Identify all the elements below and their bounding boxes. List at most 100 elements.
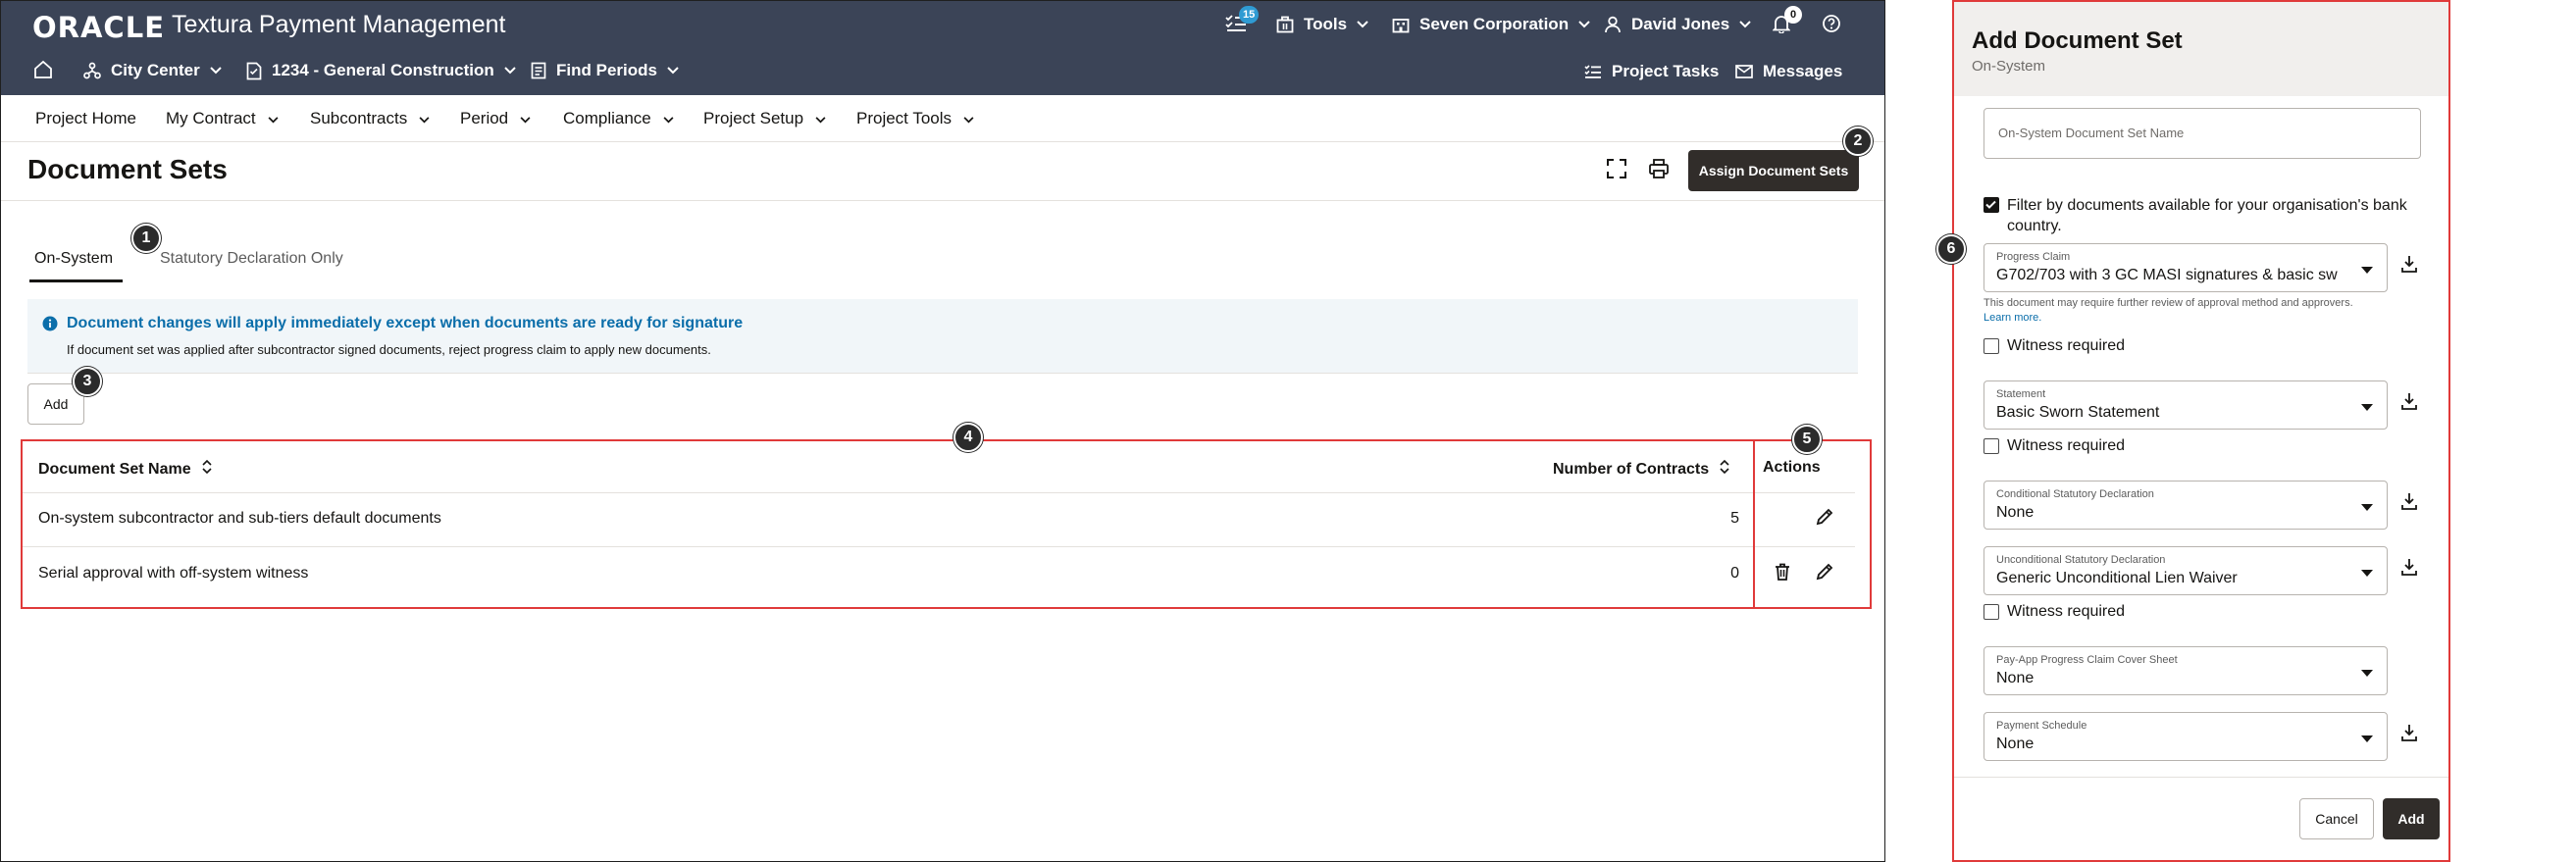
edit-button[interactable] — [1812, 506, 1837, 532]
chevron-down-icon — [663, 109, 674, 128]
tools-menu[interactable]: Tools — [1276, 15, 1368, 34]
download-button[interactable] — [2397, 254, 2421, 278]
select-label: Statement — [1996, 388, 2046, 400]
conditional-statutory-declaration-select[interactable]: Conditional Statutory Declaration None — [1984, 481, 2388, 530]
menu-project-setup[interactable]: Project Setup — [703, 109, 826, 128]
project-selector[interactable]: 1234 - General Construction — [246, 61, 516, 80]
task-list-icon — [1584, 64, 1602, 79]
witness-required-label: Witness required — [2007, 437, 2126, 454]
approval-note: This document may require further review… — [1984, 296, 2376, 326]
global-header: ORACLE Textura Payment Management 15 Too… — [1, 1, 1884, 95]
select-value: G702/703 with 3 GC MASI signatures & bas… — [1996, 267, 2338, 283]
divider — [1954, 777, 2448, 778]
download-button[interactable] — [2397, 723, 2421, 746]
statement-select[interactable]: Statement Basic Sworn Statement — [1984, 380, 2388, 430]
document-set-name-input[interactable]: On-System Document Set Name — [1984, 108, 2421, 159]
chevron-down-icon — [504, 67, 516, 75]
project-tasks-link[interactable]: Project Tasks — [1584, 62, 1719, 81]
help-button[interactable] — [1822, 14, 1841, 33]
tab-statutory-declaration-only[interactable]: Statutory Declaration Only — [160, 250, 343, 268]
progress-claim-select[interactable]: Progress Claim G702/703 with 3 GC MASI s… — [1984, 243, 2388, 292]
briefcase-icon — [1276, 16, 1294, 33]
caret-down-icon — [2361, 499, 2373, 517]
page-title: Document Sets — [27, 154, 228, 184]
caret-down-icon — [2361, 399, 2373, 417]
messages-link[interactable]: Messages — [1735, 62, 1842, 81]
download-button[interactable] — [2397, 491, 2421, 515]
column-header-label: Document Set Name — [38, 460, 191, 478]
select-label: Conditional Statutory Declaration — [1996, 488, 2154, 500]
download-button[interactable] — [2397, 391, 2421, 415]
network-icon — [83, 62, 101, 79]
cover-sheet-select[interactable]: Pay-App Progress Claim Cover Sheet None — [1984, 646, 2388, 695]
tools-label: Tools — [1304, 15, 1348, 33]
document-set-name: Serial approval with off-system witness — [38, 565, 309, 582]
user-icon — [1604, 16, 1622, 33]
column-header-document-set-name[interactable]: Document Set Name — [38, 459, 213, 480]
pencil-icon — [1815, 507, 1834, 532]
chevron-down-icon — [268, 109, 279, 128]
learn-more-link[interactable]: Learn more. — [1984, 312, 2041, 324]
drawer-add-button[interactable]: Add — [2383, 798, 2440, 839]
user-menu[interactable]: David Jones — [1604, 15, 1751, 34]
menu-subcontracts[interactable]: Subcontracts — [310, 109, 430, 128]
select-label: Payment Schedule — [1996, 720, 2087, 732]
witness-required-checkbox[interactable] — [1984, 604, 1999, 620]
callout-badge: 1 — [131, 224, 161, 253]
info-icon — [42, 316, 58, 336]
delete-button[interactable] — [1770, 561, 1795, 586]
assign-document-sets-button[interactable]: Assign Document Sets — [1688, 150, 1859, 191]
edit-button[interactable] — [1812, 561, 1837, 586]
chevron-down-icon — [1578, 21, 1590, 28]
select-value: None — [1996, 504, 2035, 521]
callout-badge: 2 — [1843, 127, 1873, 156]
info-title: Document changes will apply immediately … — [67, 315, 744, 331]
unconditional-statutory-declaration-select[interactable]: Unconditional Statutory Declaration Gene… — [1984, 546, 2388, 595]
menu-compliance[interactable]: Compliance — [563, 109, 674, 128]
column-header-number-of-contracts[interactable]: Number of Contracts — [1553, 459, 1730, 480]
menu-label: Period — [460, 109, 509, 127]
chevron-down-icon — [963, 109, 974, 128]
tab-on-system[interactable]: On-System — [34, 250, 113, 268]
company-menu[interactable]: Seven Corporation — [1392, 15, 1590, 34]
notifications-button[interactable]: 0 — [1773, 6, 1802, 33]
caret-down-icon — [2361, 731, 2373, 748]
menu-my-contract[interactable]: My Contract — [166, 109, 279, 128]
tasks-count-badge: 15 — [1239, 6, 1260, 24]
find-periods-label: Find Periods — [556, 61, 657, 79]
fullscreen-button[interactable] — [1602, 156, 1631, 185]
find-periods-selector[interactable]: Find Periods — [531, 61, 679, 80]
home-button[interactable] — [33, 60, 53, 79]
menu-period[interactable]: Period — [460, 109, 531, 128]
menu-label: Subcontracts — [310, 109, 408, 127]
menu-label: Project Home — [35, 109, 136, 127]
oracle-logo: ORACLE — [32, 11, 165, 44]
download-button[interactable] — [2397, 557, 2421, 581]
filter-checkbox[interactable] — [1984, 197, 1999, 213]
sort-icon — [201, 459, 213, 480]
cancel-button[interactable]: Cancel — [2299, 798, 2374, 839]
document-sets-table: Document Set Name Number of Contracts Ac… — [21, 439, 1872, 609]
drawer-header: Add Document Set On-System — [1954, 2, 2448, 96]
contracts-count: 0 — [1730, 565, 1739, 582]
location-selector[interactable]: City Center — [83, 61, 222, 80]
payment-schedule-select[interactable]: Payment Schedule None — [1984, 712, 2388, 761]
callout-badge: 5 — [1792, 425, 1822, 454]
approval-note-text: This document may require further review… — [1984, 297, 2353, 309]
menu-project-home[interactable]: Project Home — [35, 109, 136, 128]
document-set-name: On-system subcontractor and sub-tiers de… — [38, 510, 441, 527]
info-body: If document set was applied after subcon… — [67, 342, 711, 357]
witness-required-checkbox[interactable] — [1984, 438, 1999, 454]
callout-badge: 4 — [953, 423, 983, 452]
divider — [23, 492, 1855, 493]
witness-required-label: Witness required — [2007, 603, 2126, 620]
print-button[interactable] — [1644, 156, 1674, 185]
chevron-down-icon — [815, 109, 826, 128]
active-tab-indicator — [29, 279, 123, 282]
info-message: Document changes will apply immediately … — [27, 299, 1858, 374]
witness-required-checkbox[interactable] — [1984, 338, 1999, 354]
menu-project-tools[interactable]: Project Tools — [856, 109, 974, 128]
user-label: David Jones — [1631, 15, 1730, 33]
drawer-title: Add Document Set — [1972, 27, 2183, 54]
tasks-button[interactable]: 15 — [1225, 6, 1260, 33]
